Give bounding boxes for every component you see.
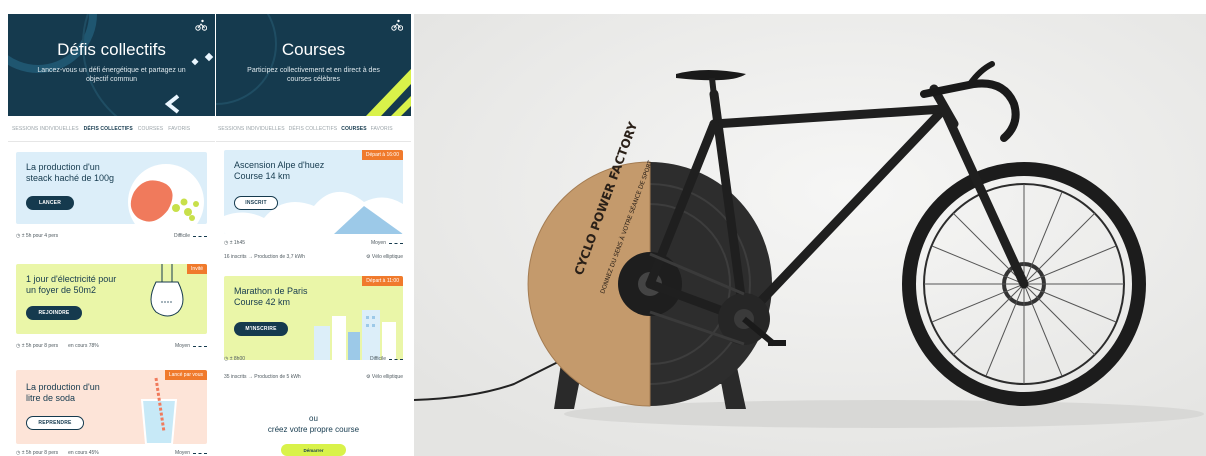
difficulty-indicator: Moyen	[175, 450, 207, 456]
card-title: 1 jour d'électricité pour un foyer de 50…	[26, 274, 117, 295]
cta-or: ou	[309, 414, 318, 423]
invited-badge: Invité	[187, 264, 207, 274]
card-title: La production d'un steack haché de 100g	[26, 162, 115, 183]
card-title: Marathon de Paris Course 42 km	[234, 286, 308, 307]
difficulty-indicator: Moyen	[371, 240, 403, 246]
difficulty-indicator: Moyen	[175, 343, 207, 349]
bike-trainer-illustration: CYCLO POWER FACTORY DONNEZ DU SENS À VOT…	[414, 14, 1206, 456]
hero-subtitle: Lancez-vous un défi énergétique et parta…	[37, 67, 186, 83]
resume-button[interactable]: Reprendre	[26, 416, 84, 430]
duration-text: ± 5h pour 8 pers	[21, 450, 59, 456]
hero-decoration	[216, 14, 411, 116]
race-card-alpe-dhuez[interactable]: Départ à 16:00 Ascension Alpe d'huez Cou…	[224, 150, 403, 234]
card-meta-soda: ◷ ± 5h pour 8 pers en cours 45% Moyen	[16, 450, 207, 456]
product-photo: CYCLO POWER FACTORY DONNEZ DU SENS À VOT…	[414, 14, 1206, 456]
start-time-badge: Départ à 16:00	[361, 150, 403, 160]
duration-text: ± 5h pour 8 pers	[21, 343, 59, 349]
tab-bar: Sessions individuelles Défis collectifs …	[8, 116, 215, 142]
tab-courses[interactable]: Courses	[341, 126, 366, 132]
cta-create-race-text: créez votre propre course	[267, 425, 360, 434]
tab-bar: Sessions individuelles Défis collectifs …	[216, 116, 411, 142]
start-time-badge: Départ à 11:00	[362, 276, 403, 286]
tab-favoris[interactable]: Favoris	[168, 126, 190, 132]
tab-sessions-individuelles[interactable]: Sessions individuelles	[12, 126, 79, 132]
difficulty-indicator: Difficile	[174, 233, 207, 239]
race-meta-bottom: 16 inscrits → Production de 3,7 kWh ⚙ Vé…	[224, 254, 403, 260]
progress-text: en cours 78%	[68, 343, 99, 349]
launched-by-you-badge: Lancé par vous	[164, 370, 207, 380]
hero-subtitle: Participez collectivement et en direct à…	[247, 67, 380, 83]
challenge-card-electricity[interactable]: Invité 1 jour d'électricité pour un foye…	[16, 264, 207, 334]
hero-title: Défis collectifs	[57, 40, 166, 59]
race-meta-top: ◷ ± 1h45 Moyen	[224, 240, 403, 246]
race-meta-bottom: 35 inscrits → Production de 5 kWh ⚙ Vélo…	[224, 374, 403, 380]
tab-favoris[interactable]: Favoris	[371, 126, 393, 132]
tab-defis-collectifs[interactable]: Défis collectifs	[84, 126, 133, 132]
difficulty-indicator: Difficile	[370, 356, 403, 362]
register-button[interactable]: M'inscrire	[234, 322, 288, 336]
race-meta-top: ◷ ± 8h00 Difficile	[224, 356, 403, 362]
card-title: Ascension Alpe d'huez Course 14 km	[234, 160, 325, 181]
card-meta-steak: ◷ ± 5h pour 4 pers Difficile	[16, 233, 207, 239]
race-card-marathon-paris[interactable]: Départ à 11:00 Marathon de Paris Course …	[224, 276, 403, 360]
tab-courses[interactable]: Courses	[138, 126, 163, 132]
app-screen-defis: Défis collectifs Lancez-vous un défi éne…	[8, 14, 215, 456]
registered-button[interactable]: Inscrit	[234, 196, 278, 210]
card-meta-electricity: ◷ ± 5h pour 8 pers en cours 78% Moyen	[16, 343, 207, 349]
tab-defis-collectifs[interactable]: Défis collectifs	[289, 126, 338, 132]
hero-decoration	[8, 14, 214, 116]
hero-title: Courses	[281, 40, 346, 59]
hero-banner-defis: Défis collectifs Lancez-vous un défi éne…	[8, 14, 215, 116]
app-screen-courses: Courses Participez collectivement et en …	[216, 14, 411, 456]
launch-button[interactable]: Lancer	[26, 196, 74, 210]
challenge-card-soda[interactable]: Lancé par vous La production d'un litre …	[16, 370, 207, 444]
bike-icon[interactable]	[391, 19, 403, 31]
bike-icon[interactable]	[195, 19, 207, 31]
challenge-card-steak[interactable]: La production d'un steack haché de 100g …	[16, 152, 207, 224]
progress-text: en cours 45%	[68, 450, 99, 456]
hero-banner-courses: Courses Participez collectivement et en …	[216, 14, 411, 116]
join-button[interactable]: Rejoindre	[26, 306, 82, 320]
start-button[interactable]: Démarrer	[281, 444, 346, 456]
tab-sessions-individuelles[interactable]: Sessions individuelles	[218, 126, 285, 132]
card-title: La production d'un litre de soda	[26, 382, 100, 403]
duration-text: ± 5h pour 4 pers	[21, 233, 59, 239]
